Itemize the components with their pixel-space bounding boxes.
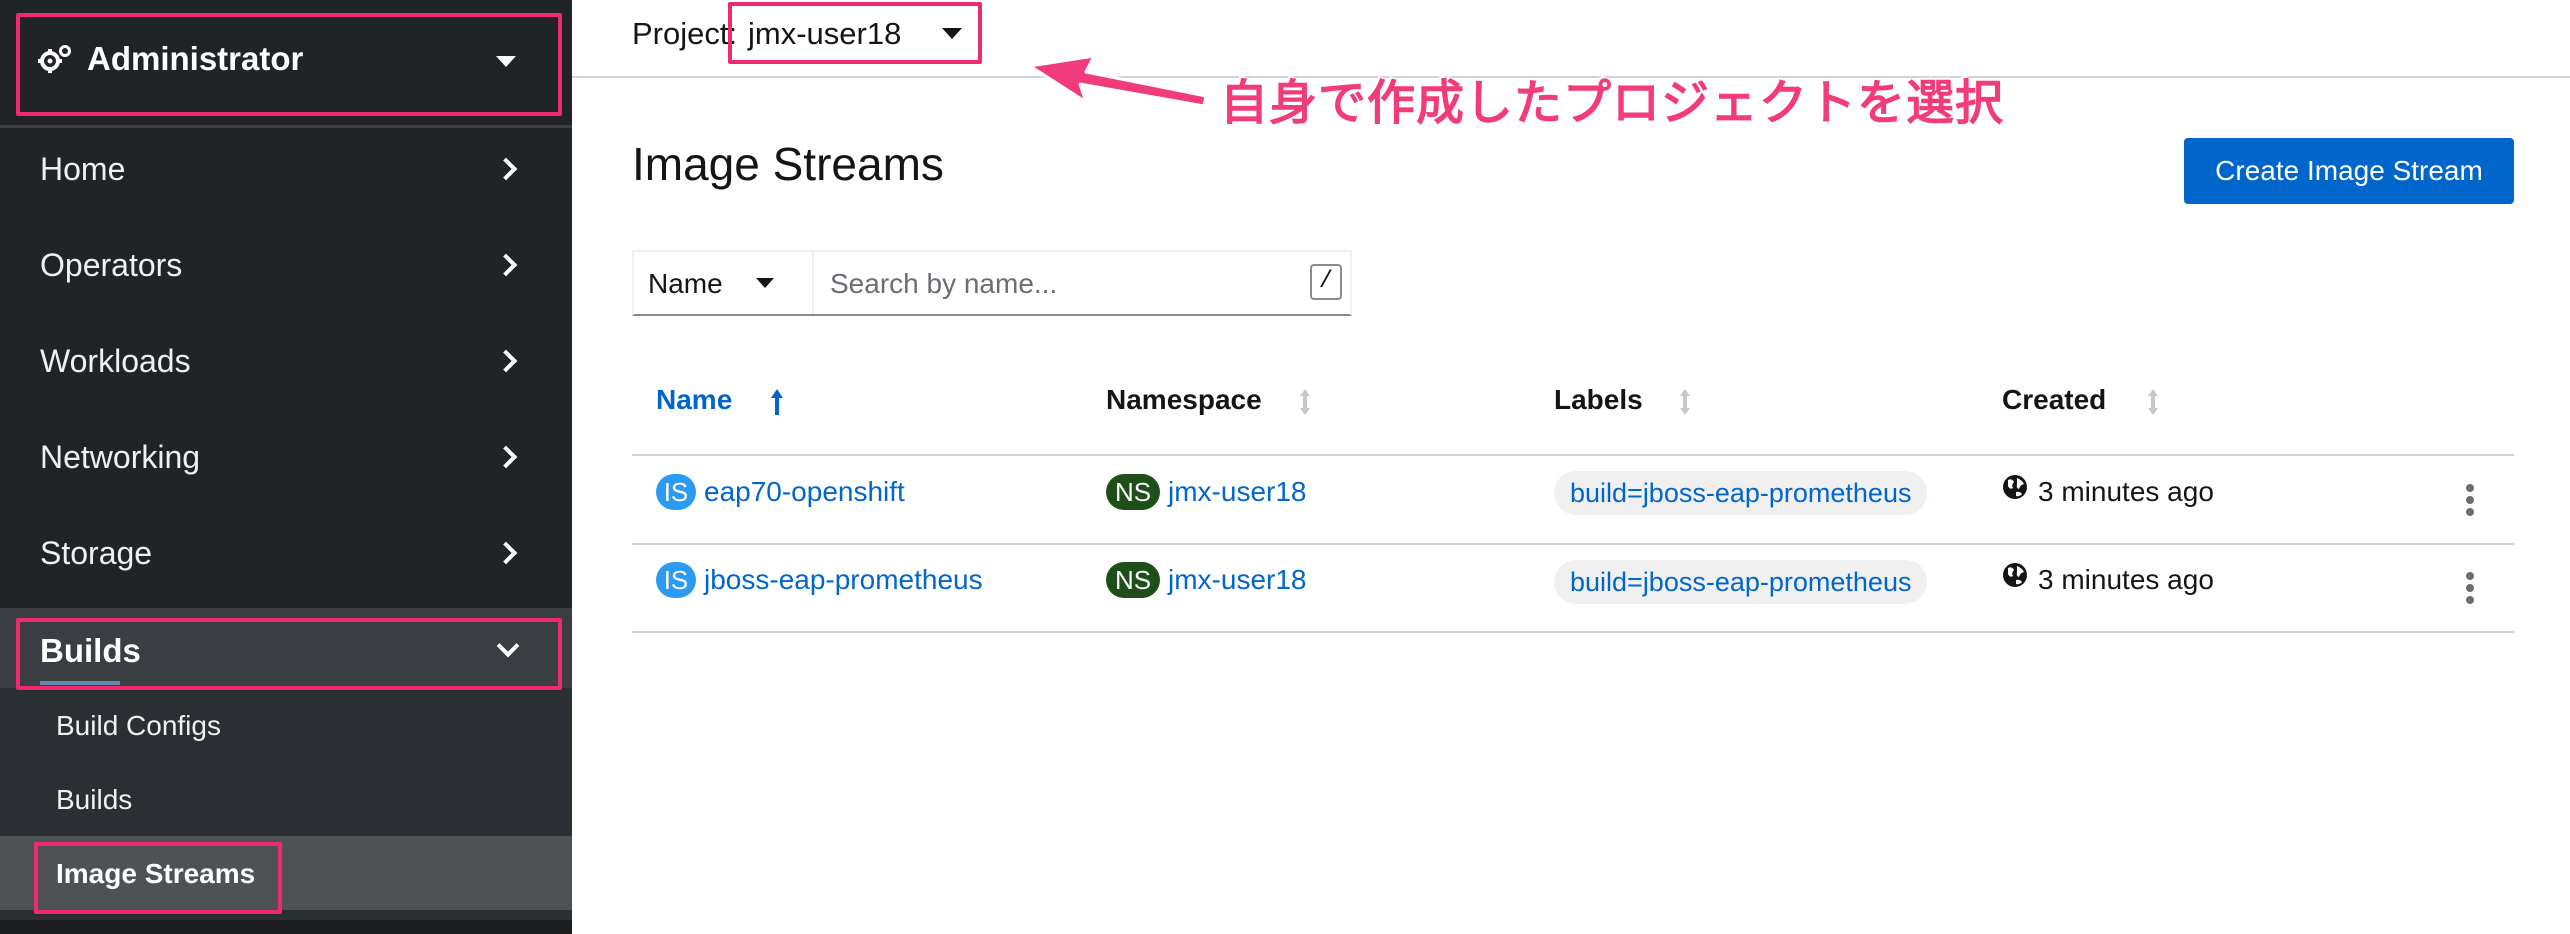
keyboard-shortcut-hint: /	[1310, 264, 1342, 300]
namespace-link[interactable]: jmx-user18	[1168, 560, 1306, 600]
label-chip[interactable]: build=jboss-eap-prometheus	[1554, 471, 1928, 515]
nav-section-builds: Builds Build Configs Builds Image Stream…	[0, 608, 572, 934]
nav-item-builds[interactable]: Builds	[0, 608, 572, 688]
column-header-name[interactable]: Name	[656, 378, 732, 422]
caret-down-icon	[496, 56, 516, 67]
chevron-down-icon	[496, 634, 520, 658]
nav-subitem-label: Builds	[56, 784, 133, 815]
project-selector[interactable]: jmx-user18	[748, 12, 901, 56]
chevron-right-icon	[494, 445, 518, 469]
image-stream-link[interactable]: jboss-eap-prometheus	[704, 560, 983, 600]
column-header-labels[interactable]: Labels	[1554, 378, 1643, 422]
sidebar-scroll-edge	[0, 920, 572, 934]
nav-subitem-image-streams[interactable]: Image Streams	[0, 836, 572, 910]
annotation-arrow-icon	[1028, 54, 1208, 108]
filter-type-select[interactable]: Name	[634, 252, 814, 314]
page-title: Image Streams	[632, 138, 944, 190]
table-divider	[632, 543, 2514, 545]
cogs-icon	[38, 45, 71, 73]
chevron-right-icon	[494, 349, 518, 373]
nav-item-networking[interactable]: Networking	[0, 409, 572, 505]
nav-subitem-build-configs[interactable]: Build Configs	[0, 688, 572, 762]
chevron-right-icon	[494, 541, 518, 565]
namespace-link[interactable]: jmx-user18	[1168, 472, 1306, 512]
column-header-namespace[interactable]: Namespace	[1106, 378, 1262, 422]
column-header-created[interactable]: Created	[2002, 378, 2106, 422]
sort-icon[interactable]	[1678, 388, 1692, 416]
globe-icon	[2003, 475, 2027, 499]
chevron-right-icon	[494, 253, 518, 277]
resource-badge-is: IS	[656, 562, 696, 598]
filter-type-label: Name	[648, 268, 723, 299]
nav-item-workloads[interactable]: Workloads	[0, 313, 572, 409]
project-label: Project:	[632, 16, 738, 51]
kebab-menu-icon[interactable]	[2464, 484, 2476, 518]
annotation-text: 自身で作成したプロジェクトを選択	[1220, 77, 2005, 130]
filter-toolbar: Name Search by name... /	[632, 250, 1352, 316]
globe-icon	[2003, 563, 2027, 587]
nav-item-operators[interactable]: Operators	[0, 217, 572, 313]
nav-item-label: Operators	[40, 247, 183, 283]
nav-item-storage[interactable]: Storage	[0, 505, 572, 601]
nav-subitem-label: Build Configs	[56, 710, 221, 741]
caret-down-icon[interactable]	[942, 28, 962, 39]
sidebar: Administrator Home Operators Workloads N…	[0, 0, 572, 934]
label-chip[interactable]: build=jboss-eap-prometheus	[1554, 560, 1928, 604]
nav-item-label: Storage	[40, 535, 153, 571]
sort-icon[interactable]	[1298, 388, 1312, 416]
nav-item-label: Home	[40, 151, 126, 187]
nav-subitem-builds[interactable]: Builds	[0, 762, 572, 836]
nav-item-label: Builds	[40, 632, 141, 669]
perspective-label: Administrator	[87, 40, 304, 77]
sort-ascending-icon[interactable]	[770, 388, 784, 416]
nav-item-home[interactable]: Home	[0, 121, 572, 217]
kebab-menu-icon[interactable]	[2464, 572, 2476, 606]
perspective-switcher[interactable]: Administrator	[0, 0, 572, 128]
active-indicator	[40, 681, 120, 685]
created-timestamp: 3 minutes ago	[2038, 476, 2214, 507]
nav-item-label: Networking	[40, 439, 201, 475]
nav-item-label: Workloads	[40, 343, 191, 379]
caret-down-icon	[756, 278, 774, 288]
table-divider	[632, 454, 2514, 456]
created-timestamp: 3 minutes ago	[2038, 564, 2214, 595]
create-image-stream-button[interactable]: Create Image Stream	[2184, 138, 2514, 204]
nav-subitem-label: Image Streams	[56, 858, 256, 889]
image-stream-link[interactable]: eap70-openshift	[704, 472, 905, 512]
chevron-right-icon	[494, 157, 518, 181]
resource-badge-ns: NS	[1106, 474, 1160, 510]
resource-badge-ns: NS	[1106, 562, 1160, 598]
sort-icon[interactable]	[2146, 388, 2160, 416]
resource-badge-is: IS	[656, 474, 696, 510]
search-input[interactable]: Search by name...	[830, 264, 1057, 304]
table-divider	[632, 631, 2514, 633]
